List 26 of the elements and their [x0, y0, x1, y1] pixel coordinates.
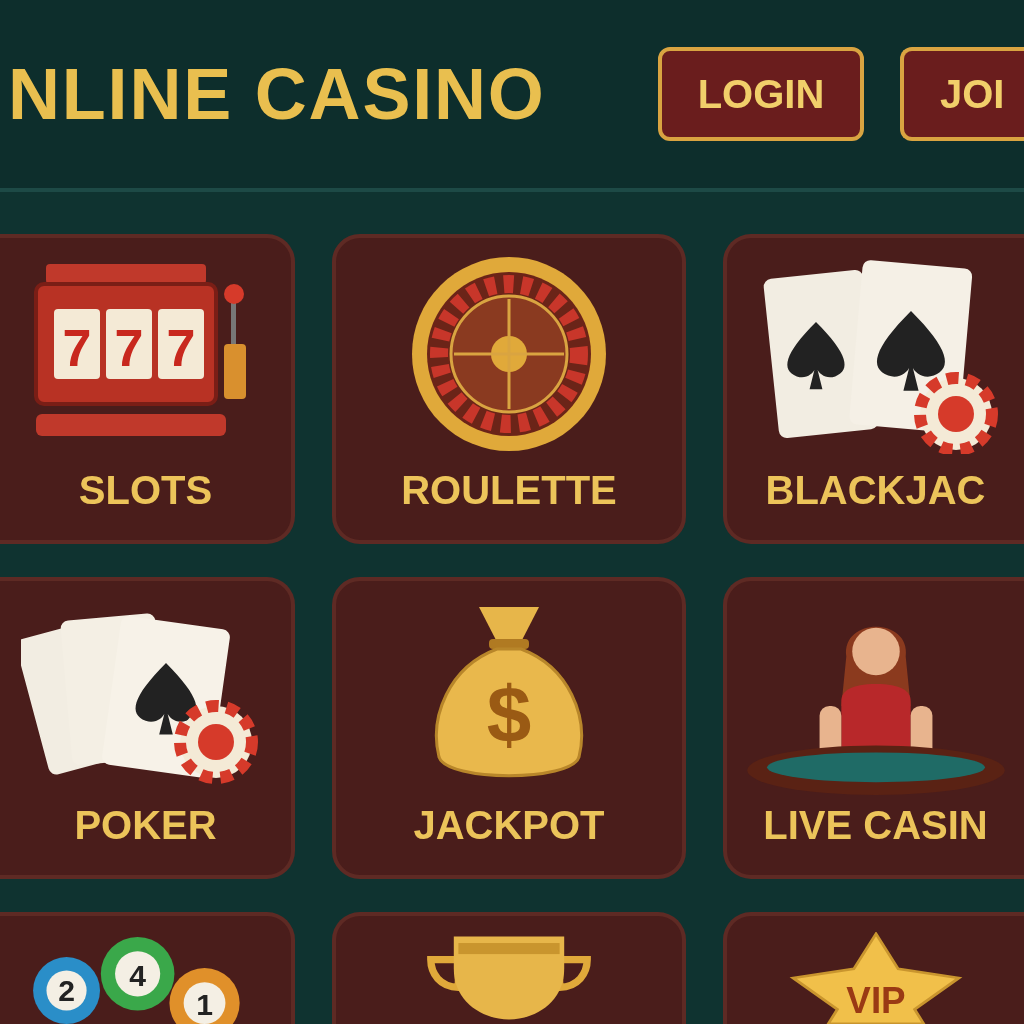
ball-number: 2 — [57, 974, 75, 1008]
game-card[interactable]: BLACKJAC — [723, 234, 1024, 544]
game-card[interactable]: $ JACKPOT — [332, 577, 686, 879]
ball-number: 4 — [128, 959, 146, 993]
game-card[interactable]: VIP — [723, 912, 1024, 1024]
game-card[interactable]: ROULETTE — [332, 234, 686, 544]
dollar-sign: $ — [486, 670, 532, 759]
game-label: SLOTS — [78, 467, 213, 514]
login-button[interactable]: LOGIN — [658, 47, 864, 141]
join-button[interactable]: JOI — [900, 47, 1024, 141]
vip-label: VIP — [845, 979, 906, 1021]
game-card[interactable]: POKER — [0, 577, 295, 879]
game-card[interactable]: 2 4 1 — [0, 912, 295, 1024]
game-label: BLACKJAC — [765, 467, 986, 514]
reel-digit: 7 — [114, 319, 143, 377]
site-title: NLINE CASINO — [7, 53, 547, 136]
game-label: JACKPOT — [413, 802, 605, 849]
game-label: POKER — [74, 802, 217, 849]
game-card[interactable]: 7 7 7 SLOTS — [0, 234, 295, 544]
game-card[interactable]: LIVE CASIN — [723, 577, 1024, 879]
game-label: LIVE CASIN — [763, 802, 988, 849]
game-card[interactable] — [332, 912, 686, 1024]
reel-digit: 7 — [166, 319, 195, 377]
game-label: ROULETTE — [401, 467, 617, 514]
ball-number: 1 — [195, 987, 213, 1021]
reel-digit: 7 — [62, 319, 91, 377]
